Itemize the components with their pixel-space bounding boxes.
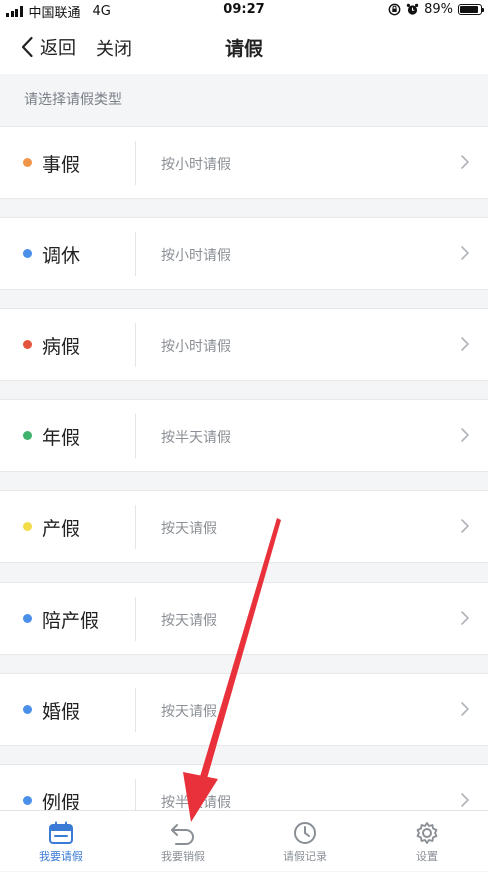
leave-type-name: 调休	[42, 245, 81, 267]
alarm-icon	[406, 3, 419, 15]
chevron-right-icon	[461, 611, 469, 625]
row-divider	[135, 597, 136, 641]
chevron-right-icon	[461, 793, 469, 807]
row-divider	[135, 688, 136, 732]
leave-type-name: 陪产假	[42, 610, 100, 632]
leave-color-dot	[23, 522, 32, 531]
undo-icon	[171, 824, 194, 845]
tab-label: 我要销假	[161, 850, 205, 863]
leave-type-row[interactable]: 事假 按小时请假	[0, 126, 488, 199]
leave-type-row[interactable]: 产假 按天请假	[0, 490, 488, 563]
leave-type-row[interactable]: 病假 按小时请假	[0, 308, 488, 381]
leave-color-dot	[23, 158, 32, 167]
leave-type-rule: 按小时请假	[161, 248, 231, 264]
row-divider	[135, 232, 136, 276]
leave-color-dot	[23, 796, 32, 805]
leave-type-rule: 按半天请假	[161, 430, 231, 446]
tab-apply-leave[interactable]: 我要请假	[0, 811, 122, 872]
leave-type-rule: 按半天请假	[161, 795, 231, 811]
leave-color-dot	[23, 249, 32, 258]
status-right: 89%	[388, 2, 484, 17]
leave-type-name: 婚假	[42, 701, 81, 723]
status-bar: 中国联通 4G 09:27 89%	[0, 0, 488, 21]
leave-type-rule: 按小时请假	[161, 339, 231, 355]
row-divider	[135, 414, 136, 458]
tab-label: 设置	[416, 850, 438, 863]
orientation-lock-icon	[388, 3, 401, 16]
chevron-right-icon	[461, 337, 469, 351]
leave-type-name: 产假	[42, 518, 81, 540]
tab-settings[interactable]: 设置	[366, 811, 488, 872]
chevron-right-icon	[461, 246, 469, 260]
tab-leave-records[interactable]: 请假记录	[244, 811, 366, 872]
leave-type-name: 病假	[42, 336, 81, 358]
tab-label: 请假记录	[283, 850, 327, 863]
leave-type-row[interactable]: 陪产假 按天请假	[0, 582, 488, 655]
chevron-right-icon	[461, 519, 469, 533]
tab-label: 我要请假	[39, 850, 83, 863]
leave-color-dot	[23, 705, 32, 714]
row-divider	[135, 323, 136, 367]
leave-type-row[interactable]: 调休 按小时请假	[0, 217, 488, 290]
chevron-right-icon	[461, 702, 469, 716]
chevron-right-icon	[461, 428, 469, 442]
leave-color-dot	[23, 340, 32, 349]
calendar-icon	[49, 821, 73, 844]
section-header: 请选择请假类型	[24, 92, 122, 108]
leave-type-rule: 按天请假	[161, 521, 217, 537]
chevron-right-icon	[461, 155, 469, 169]
nav-bar: 返回 关闭 请假	[0, 20, 488, 74]
clock-icon	[294, 822, 316, 844]
battery-percent: 89%	[424, 2, 453, 17]
leave-color-dot	[23, 614, 32, 623]
tab-cancel-leave[interactable]: 我要销假	[122, 811, 244, 872]
battery-icon	[458, 4, 484, 15]
leave-type-name: 年假	[42, 427, 81, 449]
tab-bar: 我要请假 我要销假 请假记录 设置	[0, 810, 488, 871]
row-divider	[135, 505, 136, 549]
gear-icon	[416, 822, 438, 844]
leave-color-dot	[23, 431, 32, 440]
leave-type-rule: 按天请假	[161, 704, 217, 720]
leave-type-row[interactable]: 婚假 按天请假	[0, 673, 488, 746]
page-title: 请假	[224, 38, 263, 60]
leave-type-row[interactable]: 年假 按半天请假	[0, 399, 488, 472]
row-divider	[135, 141, 136, 185]
leave-type-rule: 按小时请假	[161, 157, 231, 173]
leave-type-name: 事假	[42, 154, 81, 176]
leave-type-rule: 按天请假	[161, 613, 217, 629]
